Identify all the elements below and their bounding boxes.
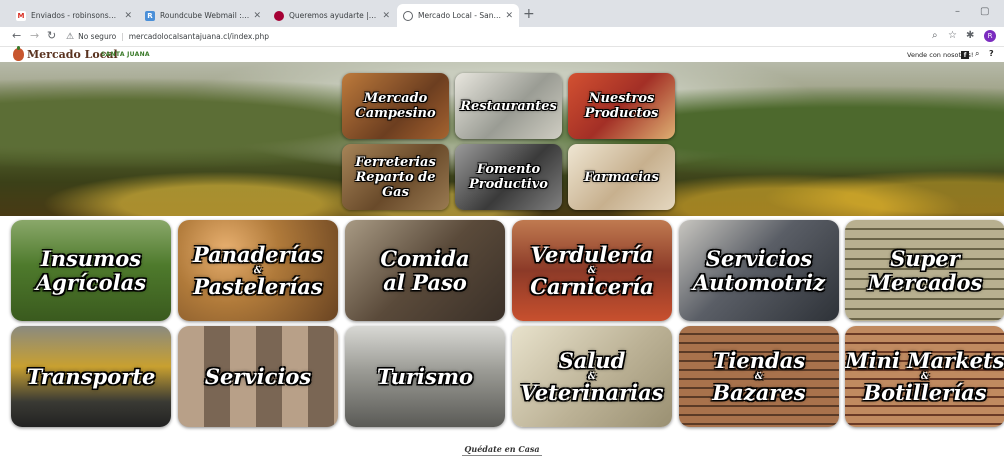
- category-line2: Mercados: [867, 269, 983, 295]
- site-header: Mercado Local SANTA JUANA Vende con noso…: [0, 46, 1004, 62]
- category-line1: Salud: [558, 347, 626, 373]
- hero-tile-label: Farmacias: [584, 169, 659, 185]
- category-line1: Servicios: [204, 363, 312, 389]
- category-tiendas-bazares[interactable]: Tiendas & Bazares: [679, 326, 839, 427]
- hero-tile-label: Nuestros Productos: [584, 91, 659, 121]
- site-logo-subtitle: SANTA JUANA: [101, 51, 150, 58]
- category-label: Mini Markets & Botillerías: [845, 347, 1004, 405]
- category-label: Insumos Agrícolas: [35, 245, 147, 295]
- logo-icon[interactable]: [13, 46, 24, 61]
- facebook-icon[interactable]: f: [961, 51, 969, 59]
- category-line1: Panaderías: [192, 241, 324, 267]
- category-turismo[interactable]: Turismo: [345, 326, 505, 427]
- stay-home-title: Quédate en Casa: [464, 444, 540, 454]
- category-line2: Agrícolas: [35, 269, 147, 295]
- category-salud-veterinarias[interactable]: Salud & Veterinarias: [512, 326, 672, 427]
- category-line2: Pastelerías: [193, 273, 323, 299]
- profile-avatar[interactable]: R: [984, 30, 996, 42]
- close-tab-icon[interactable]: ✕: [124, 11, 132, 21]
- category-line1: Turismo: [376, 363, 474, 389]
- footer-divider: [462, 455, 542, 456]
- browser-tab-lg[interactable]: Queremos ayudarte | LG España ✕: [268, 4, 396, 27]
- roundcube-icon: R: [145, 10, 155, 21]
- category-label: Tiendas & Bazares: [712, 347, 806, 405]
- hero-tile-farmacias[interactable]: Farmacias: [568, 144, 675, 210]
- category-line2: al Paso: [383, 269, 467, 295]
- category-label: Transporte: [26, 363, 156, 389]
- category-line1: Verdulería: [530, 241, 654, 267]
- category-line1: Servicios: [705, 245, 813, 271]
- category-label: Servicios Automotriz: [692, 245, 826, 295]
- category-comida-al-paso[interactable]: Comida al Paso: [345, 220, 505, 321]
- tab-title: Roundcube Webmail :: Bienvenid: [160, 11, 249, 20]
- gmail-icon: M: [16, 10, 26, 21]
- new-tab-button[interactable]: +: [523, 6, 535, 22]
- hero-tile-label: Restaurantes: [460, 98, 557, 114]
- hero-tile-ferreterias[interactable]: Ferreterias Reparto de Gas: [342, 144, 449, 210]
- category-line1: Mini Markets: [845, 347, 1004, 373]
- security-status: No seguro: [78, 32, 117, 41]
- hero-tile-fomento-productivo[interactable]: Fomento Productivo: [455, 144, 562, 210]
- browser-tab-roundcube[interactable]: R Roundcube Webmail :: Bienvenid ✕: [139, 4, 267, 27]
- category-line2: Botillerías: [863, 379, 987, 405]
- forward-arrow-icon[interactable]: →: [30, 29, 39, 42]
- url-text: mercadolocalsantajuana.cl/index.php: [128, 32, 270, 41]
- globe-icon: [403, 10, 413, 21]
- category-servicios[interactable]: Servicios: [178, 326, 338, 427]
- tab-title: Enviados - robinsonsandoval@g: [31, 11, 120, 20]
- category-super-mercados[interactable]: Super Mercados: [845, 220, 1004, 321]
- hero-banner: Mercado Campesino Restaurantes Nuestros …: [0, 62, 1004, 216]
- browser-tab-gmail[interactable]: M Enviados - robinsonsandoval@g ✕: [10, 4, 138, 27]
- extensions-icon[interactable]: ✱: [966, 30, 974, 41]
- category-line1: Insumos: [40, 245, 142, 271]
- bookmark-star-icon[interactable]: ☆: [948, 30, 957, 41]
- divider: |: [121, 32, 124, 41]
- help-icon[interactable]: ?: [989, 49, 994, 58]
- category-line1: Super: [890, 245, 960, 271]
- reload-icon[interactable]: ↻: [47, 29, 56, 42]
- search-icon[interactable]: ⌕: [975, 49, 979, 59]
- zoom-icon[interactable]: ⌕: [932, 30, 938, 41]
- tab-title: Mercado Local - Santa Juana: [418, 11, 502, 20]
- category-mini-markets-botillerias[interactable]: Mini Markets & Botillerías: [845, 326, 1004, 427]
- browser-tab-bar: M Enviados - robinsonsandoval@g ✕ R Roun…: [0, 0, 1004, 27]
- category-line2: Bazares: [712, 379, 806, 405]
- category-line2: Veterinarias: [520, 379, 664, 405]
- category-insumos-agricolas[interactable]: Insumos Agrícolas: [11, 220, 171, 321]
- maximize-button[interactable]: ▢: [980, 6, 989, 17]
- category-line1: Comida: [380, 245, 470, 271]
- category-label: Salud & Veterinarias: [520, 347, 664, 405]
- close-tab-icon[interactable]: ✕: [253, 11, 261, 21]
- category-panaderias-pastelerias[interactable]: Panaderías & Pastelerías: [178, 220, 338, 321]
- minimize-button[interactable]: –: [955, 6, 960, 17]
- close-tab-icon[interactable]: ✕: [382, 11, 390, 21]
- category-line1: Transporte: [26, 363, 156, 389]
- close-tab-icon[interactable]: ✕: [505, 11, 513, 21]
- category-servicios-automotriz[interactable]: Servicios Automotriz: [679, 220, 839, 321]
- category-transporte[interactable]: Transporte: [11, 326, 171, 427]
- category-label: Super Mercados: [867, 245, 983, 295]
- hero-tile-mercado-campesino[interactable]: Mercado Campesino: [342, 73, 449, 139]
- warning-icon: ⚠: [66, 31, 75, 42]
- category-line2: Automotriz: [692, 269, 826, 295]
- address-bar[interactable]: ⚠ No seguro | mercadolocalsantajuana.cl/…: [66, 29, 961, 44]
- hero-tile-nuestros-productos[interactable]: Nuestros Productos: [568, 73, 675, 139]
- back-arrow-icon[interactable]: ←: [12, 29, 21, 42]
- browser-tab-mercado-local[interactable]: Mercado Local - Santa Juana ✕: [397, 4, 519, 27]
- hero-tile-label: Fomento Productivo: [469, 162, 548, 192]
- hero-tile-label: Mercado Campesino: [355, 91, 436, 121]
- category-label: Servicios: [204, 363, 312, 389]
- category-label: Turismo: [376, 363, 474, 389]
- category-label: Comida al Paso: [380, 245, 470, 295]
- hero-tile-restaurantes[interactable]: Restaurantes: [455, 73, 562, 139]
- lg-icon: [274, 10, 284, 21]
- category-verduleria-carniceria[interactable]: Verdulería & Carnicería: [512, 220, 672, 321]
- category-label: Panaderías & Pastelerías: [192, 241, 324, 299]
- category-label: Verdulería & Carnicería: [530, 241, 654, 299]
- category-line1: Tiendas: [712, 347, 806, 373]
- browser-toolbar: ← → ↻ ⚠ No seguro | mercadolocalsantajua…: [0, 27, 1004, 46]
- tab-title: Queremos ayudarte | LG España: [289, 11, 378, 20]
- hero-tile-label: Ferreterias Reparto de Gas: [355, 154, 436, 200]
- category-line2: Carnicería: [530, 273, 654, 299]
